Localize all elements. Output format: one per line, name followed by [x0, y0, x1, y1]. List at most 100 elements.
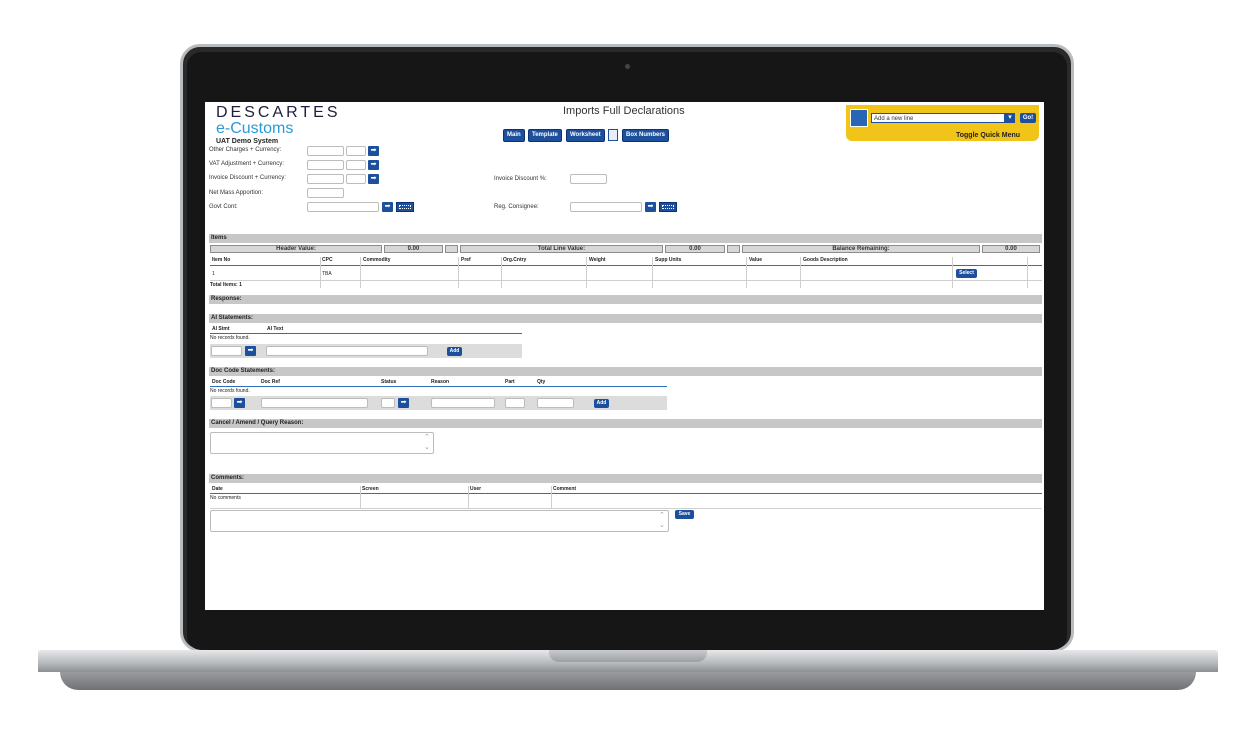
arrow-right-icon[interactable]: ➡: [398, 398, 409, 408]
col-divider: [952, 257, 953, 288]
chevron-up-icon[interactable]: ⌃: [424, 433, 430, 441]
col-divider: [360, 486, 361, 508]
main-button[interactable]: Main: [503, 129, 525, 142]
invoice-discount-label: Invoice Discount + Currency:: [209, 175, 286, 181]
net-mass-label: Net Mass Apportion:: [209, 190, 264, 196]
page-title: Imports Full Declarations: [563, 105, 685, 117]
app-screen: DESCARTES e-Customs UAT Demo System Impo…: [205, 102, 1044, 610]
laptop-base-bottom: [60, 672, 1196, 690]
col-cpc: CPC: [322, 257, 333, 263]
save-button[interactable]: Save: [675, 510, 694, 519]
ai-empty: No records found.: [210, 335, 250, 341]
keyboard-icon[interactable]: [659, 202, 677, 212]
col-doc-code: Doc Code: [212, 379, 236, 385]
invoice-discount-pct-label: Invoice Discount %:: [494, 176, 547, 182]
arrow-right-icon[interactable]: ➡: [368, 146, 379, 156]
comments-header-line: [210, 493, 1042, 494]
col-screen: Screen: [362, 486, 379, 492]
col-divider: [458, 257, 459, 288]
comment-textarea[interactable]: [210, 510, 669, 532]
part-input[interactable]: [505, 398, 525, 408]
header-value-spacer: [445, 245, 458, 253]
template-button[interactable]: Template: [528, 129, 562, 142]
invoice-discount-currency[interactable]: [346, 174, 366, 184]
go-button[interactable]: Go!: [1020, 113, 1036, 123]
invoice-discount-pct-field[interactable]: [570, 174, 607, 184]
reason-input[interactable]: [431, 398, 495, 408]
col-status: Status: [381, 379, 397, 385]
box-numbers-button[interactable]: Box Numbers: [622, 129, 670, 142]
row-item-no: 1: [212, 271, 215, 277]
arrow-right-icon[interactable]: ➡: [382, 202, 393, 212]
keyboard-icon[interactable]: [396, 202, 414, 212]
other-charges-field[interactable]: [307, 146, 344, 156]
col-goods-description: Goods Description: [803, 257, 848, 263]
ai-add-button[interactable]: Add: [447, 347, 462, 356]
other-charges-label: Other Charges + Currency:: [209, 147, 282, 153]
comments-section-title: Comments:: [209, 474, 1042, 483]
arrow-right-icon[interactable]: ➡: [368, 160, 379, 170]
ai-section-title: AI Statements:: [209, 314, 1042, 323]
brand-logo-bottom: e-Customs: [216, 120, 294, 137]
reg-consignee-label: Reg. Consignee:: [494, 204, 539, 210]
cancel-section-title: Cancel / Amend / Query Reason:: [209, 419, 1042, 428]
balance-label: Balance Remaining:: [742, 245, 980, 253]
quick-menu-select[interactable]: Add a new line: [871, 113, 1005, 123]
total-line-value: 0.00: [665, 245, 725, 253]
quick-menu: Add a new line ▾ Go! Toggle Quick Menu: [846, 105, 1039, 141]
camera-icon: [625, 64, 630, 69]
qty-input[interactable]: [537, 398, 574, 408]
items-header-line: [210, 265, 1042, 266]
doc-ref-input[interactable]: [261, 398, 368, 408]
col-divider: [1027, 257, 1028, 288]
status-input[interactable]: [381, 398, 395, 408]
doc-header-line: [210, 386, 667, 387]
govt-cont-field[interactable]: [307, 202, 379, 212]
col-divider: [586, 257, 587, 288]
other-charges-currency[interactable]: [346, 146, 366, 156]
ai-text-input[interactable]: [266, 346, 428, 356]
ai-header-line: [210, 333, 522, 334]
arrow-right-icon[interactable]: ➡: [245, 346, 256, 356]
col-divider: [468, 486, 469, 508]
col-doc-ref: Doc Ref: [261, 379, 280, 385]
worksheet-button[interactable]: Worksheet: [566, 129, 605, 142]
arrow-right-icon[interactable]: ➡: [645, 202, 656, 212]
chevron-down-icon[interactable]: ⌄: [659, 521, 665, 529]
response-section-title: Response:: [209, 295, 1042, 304]
col-divider: [746, 257, 747, 288]
vat-adjustment-field[interactable]: [307, 160, 344, 170]
arrow-right-icon[interactable]: ➡: [234, 398, 245, 408]
doc-empty: No records found.: [210, 388, 250, 394]
chevron-down-icon[interactable]: ▾: [1005, 113, 1015, 123]
col-user: User: [470, 486, 482, 492]
col-ai-text: AI Text: [267, 326, 284, 332]
col-divider: [800, 257, 801, 288]
book-icon[interactable]: [608, 129, 618, 141]
invoice-discount-field[interactable]: [307, 174, 344, 184]
col-divider: [360, 257, 361, 288]
ai-stmt-input[interactable]: [211, 346, 242, 356]
arrow-right-icon[interactable]: ➡: [368, 174, 379, 184]
cancel-reason-textarea[interactable]: [210, 432, 434, 454]
row-cpc: TBA: [322, 271, 332, 277]
toggle-quick-menu[interactable]: Toggle Quick Menu: [956, 132, 1020, 139]
col-comment: Comment: [553, 486, 577, 492]
select-button[interactable]: Select: [956, 269, 977, 278]
net-mass-field[interactable]: [307, 188, 344, 198]
header-value: 0.00: [384, 245, 443, 253]
chevron-down-icon[interactable]: ⌄: [424, 443, 430, 451]
col-reason: Reason: [431, 379, 450, 385]
col-ai-stmt: AI Stmt: [212, 326, 230, 332]
col-divider: [551, 486, 552, 508]
vat-adjustment-currency[interactable]: [346, 160, 366, 170]
vat-adjustment-label: VAT Adjustment + Currency:: [209, 161, 284, 167]
col-pref: Pref: [461, 257, 471, 263]
doc-code-input[interactable]: [211, 398, 232, 408]
col-part: Part: [505, 379, 515, 385]
reg-consignee-field[interactable]: [570, 202, 642, 212]
total-items: Total Items: 1: [210, 282, 242, 288]
doc-add-button[interactable]: Add: [594, 399, 609, 408]
chevron-up-icon[interactable]: ⌃: [659, 511, 665, 519]
header-value-label: Header Value:: [210, 245, 382, 253]
